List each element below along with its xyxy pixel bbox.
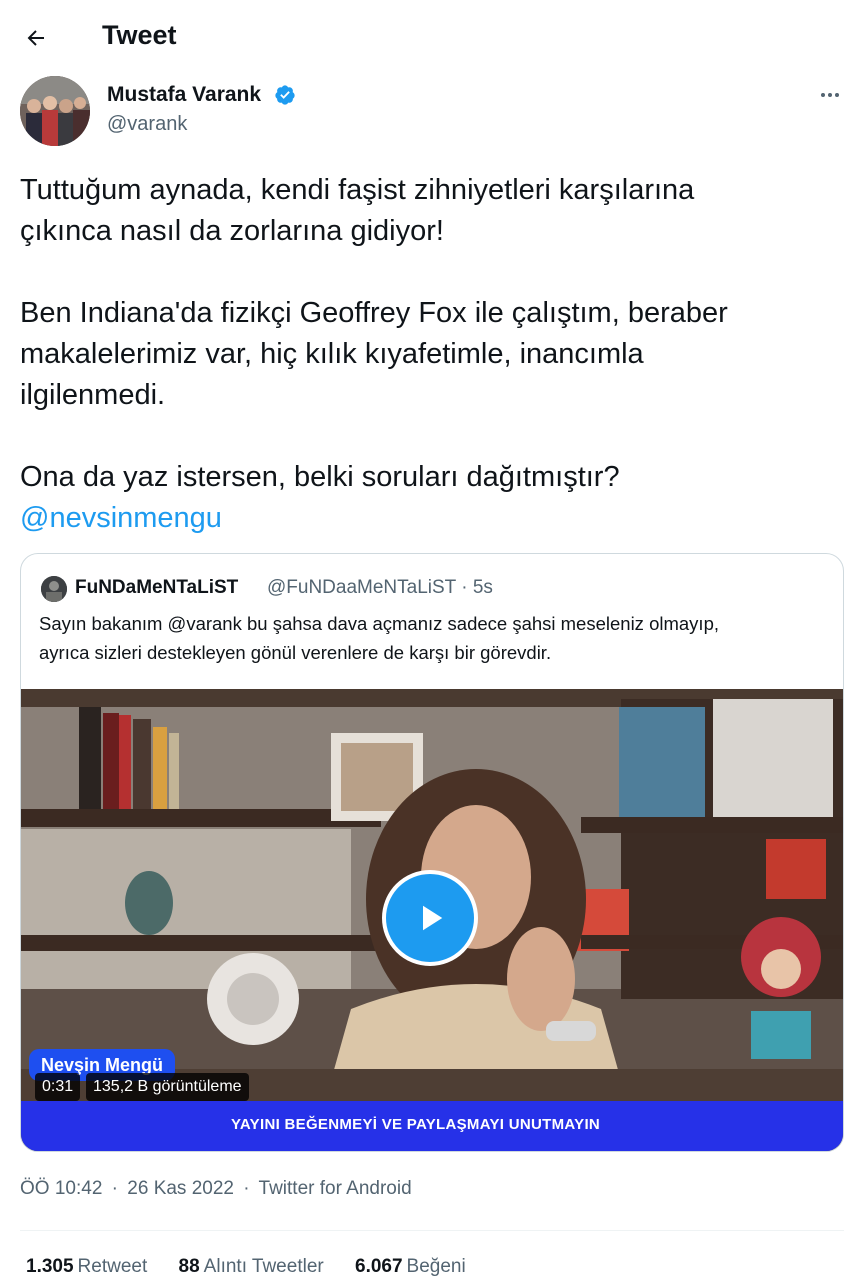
- more-options-button[interactable]: [810, 80, 850, 110]
- author-name[interactable]: Mustafa Varank: [107, 83, 261, 107]
- tweet-meta: ÖÖ 10:42 · 26 Kas 2022 · Twitter for And…: [20, 1178, 412, 1200]
- quoted-tweet-text: Sayın bakanım @varank bu şahsa dava açma…: [39, 609, 829, 667]
- likes-count: 6.067: [355, 1256, 403, 1277]
- video-banner: YAYINI BEĞENMEYİ VE PAYLAŞMAYI UNUTMAYIN: [21, 1101, 843, 1151]
- quote-tweets-stat[interactable]: 88 Alıntı Tweetler: [179, 1256, 324, 1278]
- top-bar: Tweet: [0, 0, 859, 74]
- tweet-line: makalelerimiz var, hiç kılık kıyafetimle…: [20, 338, 644, 370]
- author-handle[interactable]: @varank: [107, 113, 187, 136]
- verified-badge-icon: [275, 85, 295, 105]
- quoted-tweet-card[interactable]: FuNDaMeNTaLiST @FuNDaaMeNTaLiST · 5s Say…: [20, 553, 844, 1152]
- more-horizontal-icon: [821, 93, 839, 97]
- retweets-stat[interactable]: 1.305 Retweet: [26, 1256, 147, 1278]
- tweet-line: Ona da yaz istersen, belki soruları dağı…: [20, 461, 620, 493]
- avatar[interactable]: [20, 76, 90, 146]
- video-player[interactable]: Nevşin Mengü 0:31 135,2 B görüntüleme YA…: [21, 689, 843, 1151]
- separator: ·: [243, 1178, 250, 1199]
- play-button[interactable]: [382, 870, 478, 966]
- separator: ·: [111, 1178, 118, 1199]
- quoted-author-handle: @FuNDaaMeNTaLiST · 5s: [267, 577, 493, 598]
- divider: [20, 1230, 844, 1231]
- tweet-line: Tuttuğum aynada, kendi faşist zihniyetle…: [20, 174, 695, 206]
- tweet-time[interactable]: ÖÖ 10:42: [20, 1178, 102, 1199]
- quoted-avatar: [41, 576, 67, 602]
- retweets-count: 1.305: [26, 1256, 74, 1277]
- tweet-line: Ben Indiana'da fizikçi Geoffrey Fox ile …: [20, 297, 728, 329]
- video-view-count: 135,2 B görüntüleme: [86, 1073, 249, 1101]
- likes-stat[interactable]: 6.067 Beğeni: [355, 1256, 466, 1278]
- tweet-date[interactable]: 26 Kas 2022: [127, 1178, 234, 1199]
- video-duration: 0:31: [35, 1073, 81, 1101]
- back-button[interactable]: [16, 18, 56, 58]
- tweet-line: ilgilenmedi.: [20, 379, 166, 411]
- quoted-author-name: FuNDaMeNTaLiST: [75, 577, 239, 598]
- arrow-left-icon: [27, 30, 44, 46]
- play-icon: [423, 905, 443, 931]
- likes-label: Beğeni: [406, 1256, 466, 1277]
- page-title: Tweet: [102, 20, 177, 50]
- quotes-label: Alıntı Tweetler: [203, 1256, 324, 1277]
- retweets-label: Retweet: [77, 1256, 148, 1277]
- quoted-line: ayrıca sizleri destekleyen gönül verenle…: [39, 642, 552, 663]
- tweet-text: Tuttuğum aynada, kendi faşist zihniyetle…: [20, 170, 840, 539]
- tweet-line: çıkınca nasıl da zorlarına gidiyor!: [20, 215, 444, 247]
- mention-link[interactable]: @nevsinmengu: [20, 502, 222, 534]
- banner-text: YAYINI BEĞENMEYİ VE PAYLAŞMAYI UNUTMAYIN: [231, 1116, 601, 1133]
- quotes-count: 88: [178, 1256, 200, 1277]
- avatar-photo: [20, 76, 90, 146]
- tweet-client[interactable]: Twitter for Android: [259, 1178, 412, 1199]
- quoted-line: Sayın bakanım @varank bu şahsa dava açma…: [39, 613, 719, 634]
- engagement-stats: 1.305 Retweet 88 Alıntı Tweetler 6.067 Beğe…: [26, 1256, 492, 1278]
